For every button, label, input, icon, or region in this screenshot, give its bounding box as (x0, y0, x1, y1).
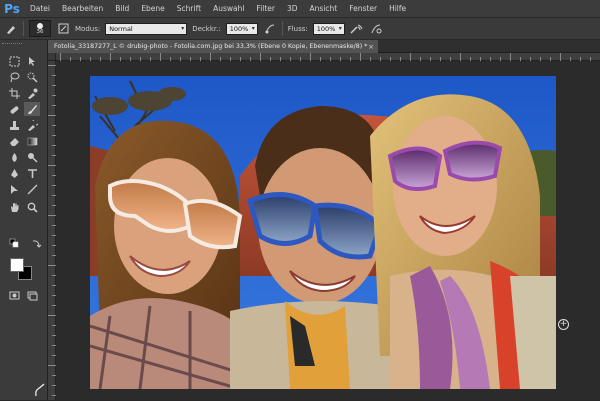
marquee-icon[interactable] (6, 54, 22, 68)
foreground-color-swatch[interactable] (10, 258, 24, 272)
brush-icon[interactable] (24, 102, 40, 116)
ruler-tick (210, 53, 211, 61)
ruler-tick (48, 265, 56, 266)
pressure-opacity-icon[interactable] (263, 22, 277, 36)
menu-ebene[interactable]: Ebene (135, 4, 170, 13)
ruler-tick (48, 115, 56, 116)
history-brush-icon[interactable] (24, 118, 40, 132)
ruler-tick (310, 53, 311, 61)
chevron-down-icon: ▾ (181, 24, 185, 32)
type-icon[interactable] (24, 166, 40, 180)
pressure-size-icon[interactable] (369, 22, 383, 36)
close-icon[interactable]: × (368, 43, 374, 51)
modus-value: Normal (109, 24, 133, 33)
menu-filter[interactable]: Filter (250, 4, 281, 13)
brush-panel-toggle-icon[interactable] (56, 22, 70, 36)
fluss-input[interactable]: 100% ▾ (312, 22, 345, 35)
divider (281, 21, 283, 36)
modus-label: Modus: (75, 24, 101, 33)
fluss-value: 100% (316, 24, 336, 33)
ruler-tick (260, 53, 261, 61)
menu-bearbeiten[interactable]: Bearbeiten (56, 4, 109, 13)
blur-icon[interactable] (6, 150, 22, 164)
zoom-icon[interactable] (24, 200, 40, 214)
ruler-tick (360, 53, 361, 61)
screen-mode-icon[interactable] (24, 288, 40, 302)
menu-3d[interactable]: 3D (281, 4, 304, 13)
fluss-label: Fluss: (287, 24, 308, 33)
deckkraft-label: Deckkr.: (192, 24, 221, 33)
dodge-icon[interactable] (24, 150, 40, 164)
vertical-ruler[interactable] (48, 53, 56, 400)
ruler-tick (510, 53, 511, 61)
lasso-icon[interactable] (6, 70, 22, 84)
deckkraft-input[interactable]: 100% ▾ (225, 22, 258, 35)
deckkraft-value: 100% (229, 24, 249, 33)
menu-schrift[interactable]: Schrift (171, 4, 207, 13)
divider (23, 21, 24, 36)
document-tab[interactable]: Fotolia_33187277_L © drubig-photo - Foto… (48, 40, 378, 53)
healing-icon[interactable] (6, 102, 22, 116)
ruler-tick (110, 53, 111, 61)
swap-colors-icon[interactable] (28, 236, 44, 250)
chevron-down-icon: ▾ (251, 24, 255, 32)
modus-select[interactable]: Normal ▾ (105, 22, 188, 35)
ruler-tick (48, 65, 56, 66)
ruler-origin[interactable] (48, 53, 56, 61)
move-icon[interactable] (24, 54, 40, 68)
app-logo: Ps (4, 1, 20, 16)
eraser-icon[interactable] (6, 134, 22, 148)
pointer-cursor-icon (34, 383, 46, 401)
panel-grip[interactable] (2, 43, 22, 46)
menu-fenster[interactable]: Fenster (343, 4, 383, 13)
ruler-tick (48, 215, 56, 216)
photo-image (90, 76, 556, 389)
brush-size-picker[interactable]: 36 (29, 20, 51, 37)
ruler-tick (48, 165, 56, 166)
horizontal-ruler[interactable] (56, 53, 600, 61)
menu-datei[interactable]: Datei (24, 4, 56, 13)
gradient-icon[interactable] (24, 134, 40, 148)
menu-auswahl[interactable]: Auswahl (207, 4, 250, 13)
brush-size-value: 36 (36, 28, 44, 35)
document-canvas[interactable] (90, 76, 556, 389)
default-colors-icon[interactable] (6, 236, 22, 250)
pen-icon[interactable] (6, 166, 22, 180)
ruler-tick (410, 53, 411, 61)
ruler-tick (460, 53, 461, 61)
path-select-icon[interactable] (6, 182, 22, 196)
clone-stamp-icon[interactable] (6, 118, 22, 132)
chevron-down-icon: ▾ (338, 24, 342, 32)
shape-icon[interactable] (24, 182, 40, 196)
eyedropper-icon[interactable] (24, 86, 40, 100)
ruler-tick (60, 53, 61, 61)
menu-ansicht[interactable]: Ansicht (304, 4, 344, 13)
ruler-tick (48, 315, 56, 316)
menu-bar: Ps Datei Bearbeiten Bild Ebene Schrift A… (0, 0, 600, 17)
document-workspace (56, 61, 600, 400)
brush-cursor-icon: + (558, 319, 569, 330)
brush-tool-preset-icon[interactable] (4, 22, 18, 36)
ruler-tick (560, 53, 561, 61)
document-tab-bar: Fotolia_33187277_L © drubig-photo - Foto… (48, 40, 600, 53)
tools-panel (0, 40, 48, 400)
hand-icon[interactable] (6, 200, 22, 214)
document-tab-title: Fotolia_33187277_L © drubig-photo - Foto… (54, 43, 368, 50)
options-bar: 36 Modus: Normal ▾ Deckkr.: 100% ▾ Fluss… (0, 17, 600, 40)
ruler-tick (160, 53, 161, 61)
quick-select-icon[interactable] (24, 70, 40, 84)
quick-mask-icon[interactable] (6, 288, 22, 302)
menu-bild[interactable]: Bild (109, 4, 135, 13)
menu-hilfe[interactable]: Hilfe (383, 4, 412, 13)
ruler-tick (48, 365, 56, 366)
crop-icon[interactable] (6, 86, 22, 100)
airbrush-icon[interactable] (350, 22, 364, 36)
